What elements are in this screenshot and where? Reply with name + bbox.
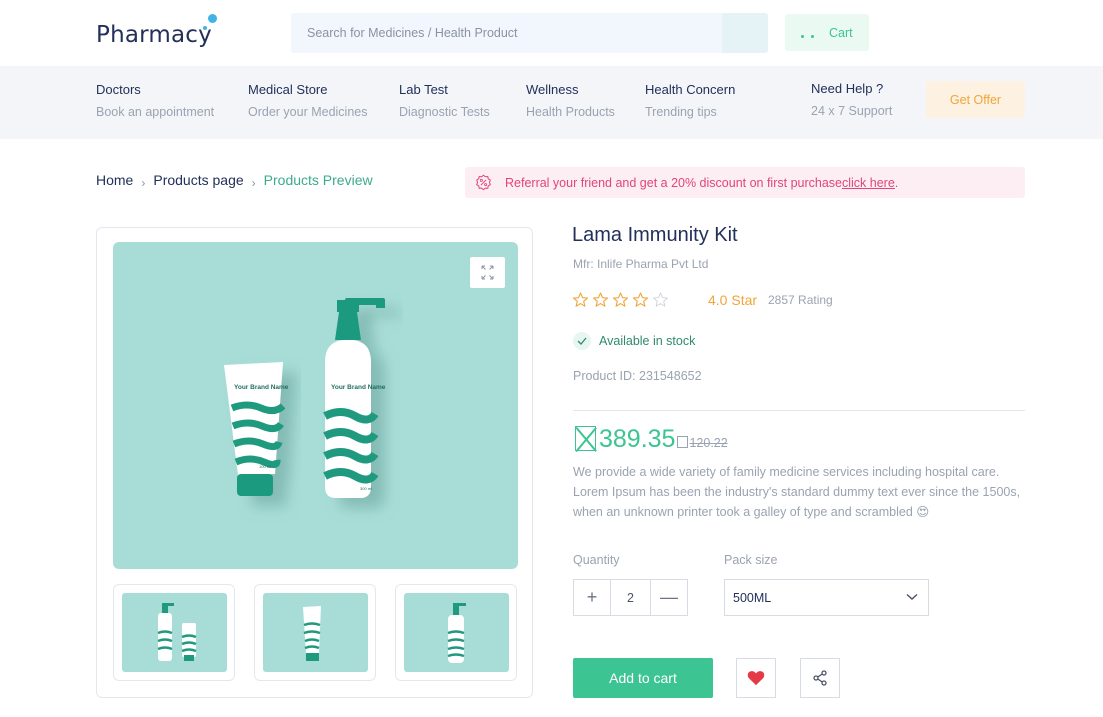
product-illustration: Your Brand Name 100 ml Your Brand Name 3…	[224, 298, 386, 498]
product-description: We provide a wide variety of family medi…	[573, 465, 1021, 519]
referral-link[interactable]: click here	[842, 176, 895, 190]
manufacturer: Mfr: Inlife Pharma Pvt Ltd	[573, 257, 709, 271]
star-rating	[572, 292, 672, 308]
search-input[interactable]	[291, 13, 723, 53]
nav-item-title: Lab Test	[399, 82, 448, 97]
cart-icon	[801, 35, 819, 41]
thumbnail-image	[122, 593, 227, 672]
pack-size-label: Pack size	[724, 553, 778, 567]
stock-status: Available in stock	[573, 332, 695, 350]
referral-suffix: .	[894, 175, 899, 190]
breadcrumb-chevron-icon: ›	[141, 176, 146, 190]
nav-bar: Doctors Book an appointment Medical Stor…	[0, 66, 1103, 139]
share-icon	[813, 670, 827, 686]
price-block: 389.35 120.22	[575, 425, 728, 453]
nav-item-subtitle: Health Products	[526, 105, 615, 119]
heart-icon	[747, 671, 765, 686]
star-icon	[632, 292, 649, 307]
nav-item-subtitle: Diagnostic Tests	[399, 105, 490, 119]
nav-item-subtitle: 24 x 7 Support	[811, 104, 893, 118]
current-price: 389.35	[599, 425, 676, 453]
rating-count: 2857 Rating	[768, 293, 833, 307]
pack-size-select[interactable]: 500ML	[724, 579, 929, 616]
star-icon	[592, 292, 609, 307]
expand-icon	[481, 265, 494, 280]
star-icon	[612, 292, 629, 307]
nav-item-title: Doctors	[96, 82, 141, 97]
referral-text: Referral your friend and get a 20% disco…	[505, 175, 842, 190]
star-empty-icon	[653, 292, 668, 307]
breadcrumb: Home › Products page › Products Preview	[96, 172, 373, 190]
breadcrumb-products[interactable]: Products page	[153, 172, 243, 188]
bottle-volume-label: 300 ml	[360, 486, 372, 491]
breadcrumb-current: Products Preview	[263, 172, 373, 188]
nav-item-title: Health Concern	[645, 82, 736, 97]
share-button[interactable]	[800, 658, 840, 698]
rating-value: 4.0 Star	[708, 292, 758, 308]
star-icon	[572, 292, 589, 307]
quantity-stepper: + 2 —	[573, 579, 688, 616]
currency-icon-small	[677, 436, 689, 448]
thumbnail-2[interactable]	[254, 584, 376, 681]
cart-button[interactable]: Cart	[785, 14, 869, 51]
nav-item-subtitle: Trending tips	[645, 105, 717, 119]
nav-item-doctors[interactable]: Doctors Book an appointment	[96, 82, 214, 119]
product-gallery: Your Brand Name 100 ml Your Brand Name 3…	[96, 227, 533, 698]
divider	[573, 410, 1025, 411]
nav-item-health-concern[interactable]: Health Concern Trending tips	[645, 82, 735, 119]
referral-banner: Referral your friend and get a 20% disco…	[465, 167, 1025, 198]
check-icon	[573, 332, 591, 350]
fullscreen-button[interactable]	[470, 257, 505, 288]
nav-item-subtitle: Book an appointment	[96, 105, 215, 119]
add-to-cart-button[interactable]: Add to cart	[573, 658, 713, 698]
tube-volume-label: 100 ml	[259, 464, 271, 469]
chevron-down-icon	[906, 593, 918, 600]
thumbnail-image	[404, 593, 509, 672]
thumbnail-1[interactable]	[113, 584, 235, 681]
nav-item-lab-test[interactable]: Lab Test Diagnostic Tests	[399, 82, 490, 119]
thumbnail-image	[263, 593, 368, 672]
nav-item-medical-store[interactable]: Medical Store Order your Medicines	[248, 82, 368, 119]
increment-button[interactable]: +	[574, 580, 610, 615]
pack-size-value: 500ML	[733, 590, 772, 605]
thumbnail-3[interactable]	[395, 584, 517, 681]
nav-item-title: Wellness	[526, 82, 579, 97]
currency-icon	[575, 426, 596, 451]
search-button[interactable]	[722, 13, 768, 53]
nav-item-title: Need Help ?	[811, 81, 884, 96]
search-bar	[291, 13, 768, 53]
stock-text: Available in stock	[599, 334, 696, 348]
logo-dots-icon	[203, 14, 219, 32]
get-offer-button[interactable]: Get Offer	[926, 81, 1025, 118]
tube-brand-label: Your Brand Name	[234, 384, 289, 391]
old-price: 120.22	[689, 436, 728, 450]
bottle-brand-label: Your Brand Name	[331, 384, 386, 391]
breadcrumb-home[interactable]: Home	[96, 172, 133, 188]
logo[interactable]: Pharmacy	[96, 22, 212, 48]
wishlist-button[interactable]	[736, 658, 776, 698]
nav-item-need-help[interactable]: Need Help ? 24 x 7 Support	[811, 81, 892, 118]
quantity-label: Quantity	[573, 553, 620, 567]
product-title: Lama Immunity Kit	[572, 224, 738, 246]
decrement-button[interactable]: —	[651, 580, 687, 615]
nav-item-wellness[interactable]: Wellness Health Products	[526, 82, 615, 119]
breadcrumb-chevron-icon: ›	[251, 176, 256, 190]
cart-label: Cart	[829, 26, 853, 40]
discount-badge-icon	[476, 174, 491, 191]
product-main-image: Your Brand Name 100 ml Your Brand Name 3…	[113, 242, 518, 569]
product-id: Product ID: 231548652	[573, 369, 702, 383]
nav-item-title: Medical Store	[248, 82, 328, 97]
quantity-value[interactable]: 2	[610, 580, 651, 615]
nav-item-subtitle: Order your Medicines	[248, 105, 368, 119]
